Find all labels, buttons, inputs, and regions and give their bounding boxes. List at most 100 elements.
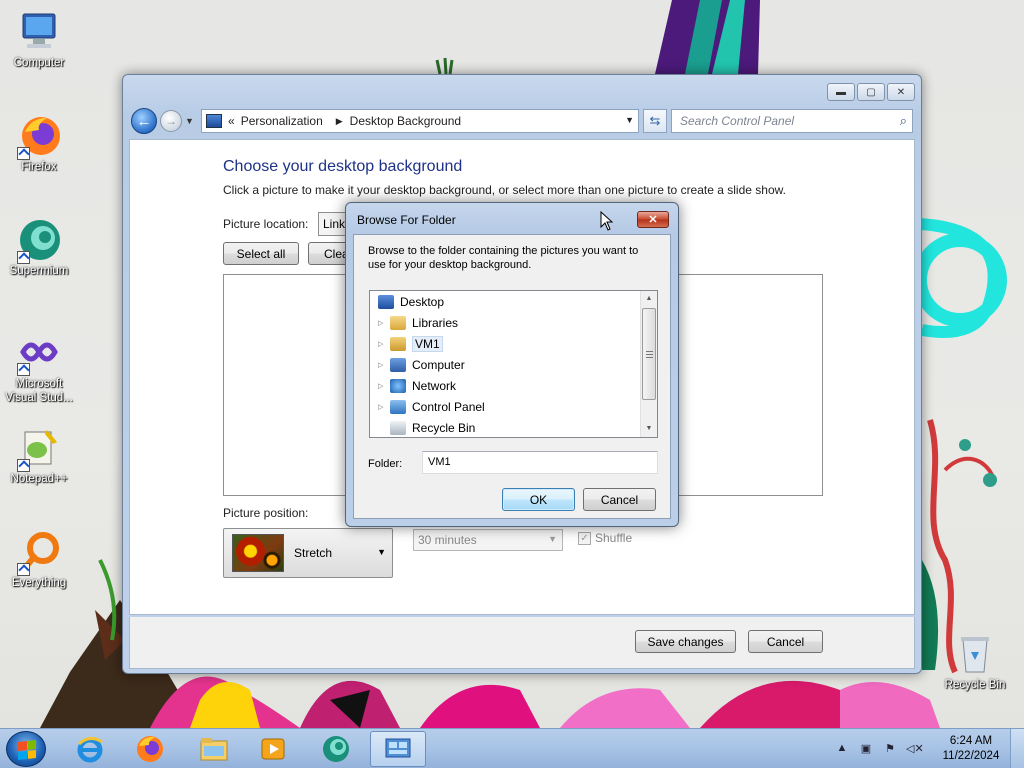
desktop-icon-computer[interactable]: Computer (0, 10, 78, 69)
computer-icon (17, 10, 61, 54)
taskbar-file-explorer[interactable] (186, 731, 242, 767)
file-explorer-icon (200, 738, 228, 761)
address-dropdown-icon[interactable]: ▼ (625, 115, 634, 125)
clock[interactable]: 6:24 AM 11/22/2024 (932, 734, 1010, 764)
scroll-up-icon[interactable]: ▲ (641, 291, 657, 307)
breadcrumb-desktop-background[interactable]: Desktop Background (350, 114, 461, 128)
window-footer: Save changes Cancel (129, 617, 915, 669)
folder-tree[interactable]: Desktop ▷ Libraries ▷ VM1 ▷ Computer ▷ N… (369, 290, 658, 438)
tree-item-computer[interactable]: ▷ Computer (378, 355, 465, 375)
firefox-icon (137, 736, 163, 762)
supermium-icon (323, 736, 349, 762)
close-button[interactable]: ✕ (887, 83, 915, 101)
select-all-button[interactable]: Select all (223, 242, 299, 265)
tree-item-libraries[interactable]: ▷ Libraries (378, 313, 458, 333)
taskbar-media-player[interactable] (245, 731, 301, 767)
notepadpp-icon (17, 426, 61, 472)
search-input[interactable]: Search Control Panel ⌕ (671, 109, 913, 133)
desktop-icon (378, 295, 394, 309)
visual-studio-icon (17, 330, 61, 376)
shortcut-arrow-icon (17, 563, 30, 576)
desktop-icon-notepadpp[interactable]: Notepad++ (0, 426, 78, 485)
supermium-icon (17, 218, 61, 264)
search-icon[interactable]: ⌕ (900, 113, 907, 129)
shortcut-arrow-icon (17, 459, 30, 472)
desktop-icon-visual-studio[interactable]: Microsoft Visual Stud... (0, 330, 78, 405)
ok-button[interactable]: OK (502, 488, 575, 511)
change-interval-select[interactable]: 30 minutes ▼ (413, 529, 563, 551)
desktop-icon-supermium[interactable]: Supermium (0, 218, 78, 277)
tree-item-recycle-bin[interactable]: Recycle Bin (390, 418, 475, 437)
breadcrumb-personalization[interactable]: Personalization (241, 114, 323, 128)
dialog-title: Browse For Folder (357, 213, 456, 227)
control-panel-icon (385, 738, 411, 758)
dialog-body: Browse to the folder containing the pict… (353, 234, 671, 519)
tree-item-vm1[interactable]: ▷ VM1 (378, 334, 443, 354)
page-title: Choose your desktop background (223, 158, 463, 175)
firefox-icon (17, 114, 61, 160)
volume-muted-icon[interactable]: ◁✕ (906, 742, 924, 756)
folder-label: Folder: (368, 458, 403, 470)
picture-position-label: Picture position: (223, 506, 309, 520)
show-desktop-button[interactable] (1010, 729, 1024, 768)
taskbar-control-panel[interactable] (370, 731, 426, 767)
refresh-button[interactable]: ⇆ (643, 109, 667, 133)
taskbar-firefox[interactable] (122, 731, 178, 767)
start-button[interactable] (6, 731, 46, 767)
tree-item-desktop[interactable]: Desktop (378, 292, 444, 312)
desktop-icon-everything[interactable]: Everything (0, 530, 78, 589)
desktop-icon-firefox[interactable]: Firefox (0, 114, 78, 173)
recent-pages-dropdown[interactable]: ▼ (185, 116, 194, 126)
checkbox-icon: ✓ (578, 531, 591, 545)
everything-icon (17, 530, 61, 576)
shortcut-arrow-icon (17, 251, 30, 264)
desktop-icon-recycle-bin[interactable]: Recycle Bin (936, 632, 1014, 691)
expand-arrow-icon[interactable]: ▷ (378, 319, 388, 327)
maximize-button[interactable]: ▢ (857, 83, 885, 101)
chevron-down-icon: ▼ (377, 547, 386, 557)
system-tray: ▲ ▣ ⚑ ◁✕ 6:24 AM 11/22/2024 (830, 729, 1024, 768)
expand-arrow-icon[interactable]: ▷ (378, 403, 388, 411)
minimize-button[interactable]: ▬ (827, 83, 855, 101)
breadcrumb-overflow[interactable]: « (228, 114, 235, 128)
recycle-bin-icon (390, 421, 406, 435)
save-changes-button[interactable]: Save changes (635, 630, 736, 653)
tree-item-control-panel[interactable]: ▷ Control Panel (378, 397, 485, 417)
scroll-thumb[interactable] (642, 308, 656, 400)
position-preview-thumbnail (232, 534, 284, 572)
chevron-down-icon: ▼ (548, 534, 557, 544)
page-description: Click a picture to make it your desktop … (223, 183, 786, 197)
libraries-icon (390, 316, 406, 330)
network-status-icon[interactable]: ▣ (858, 742, 874, 756)
back-button[interactable]: ← (131, 108, 157, 134)
control-panel-icon (390, 400, 406, 414)
dialog-close-button[interactable]: ✕ (637, 211, 669, 228)
address-bar[interactable]: « Personalization ▶ Desktop Background ▼ (201, 109, 639, 133)
cancel-button[interactable]: Cancel (748, 630, 823, 653)
expand-arrow-icon[interactable]: ▷ (378, 340, 388, 348)
shortcut-arrow-icon (17, 147, 30, 160)
taskbar-internet-explorer[interactable] (62, 731, 118, 767)
scroll-down-icon[interactable]: ▼ (641, 421, 657, 437)
expand-arrow-icon[interactable]: ▷ (378, 361, 388, 369)
dialog-cancel-button[interactable]: Cancel (583, 488, 656, 511)
expand-arrow-icon[interactable]: ▷ (378, 382, 388, 390)
recycle-bin-icon (953, 632, 997, 676)
media-player-icon (261, 738, 285, 760)
taskbar-supermium[interactable] (308, 731, 364, 767)
show-hidden-icons-icon[interactable]: ▲ (834, 742, 850, 756)
forward-button[interactable]: → (160, 110, 182, 132)
folder-input[interactable]: VM1 (422, 451, 658, 474)
shuffle-checkbox[interactable]: ✓ Shuffle (578, 531, 632, 545)
window-controls: ▬ ▢ ✕ (827, 83, 915, 101)
internet-explorer-icon (77, 737, 103, 763)
tree-item-network[interactable]: ▷ Network (378, 376, 456, 396)
picture-position-select[interactable]: Stretch ▼ (223, 528, 393, 578)
clock-date: 11/22/2024 (942, 750, 1000, 762)
action-center-flag-icon[interactable]: ⚑ (882, 742, 898, 756)
tree-scrollbar[interactable]: ▲ ▼ (640, 291, 657, 437)
network-icon (390, 379, 406, 393)
breadcrumb-separator-icon[interactable]: ▶ (336, 116, 343, 127)
clock-time: 6:24 AM (949, 735, 993, 747)
windows-logo-icon (18, 740, 36, 760)
